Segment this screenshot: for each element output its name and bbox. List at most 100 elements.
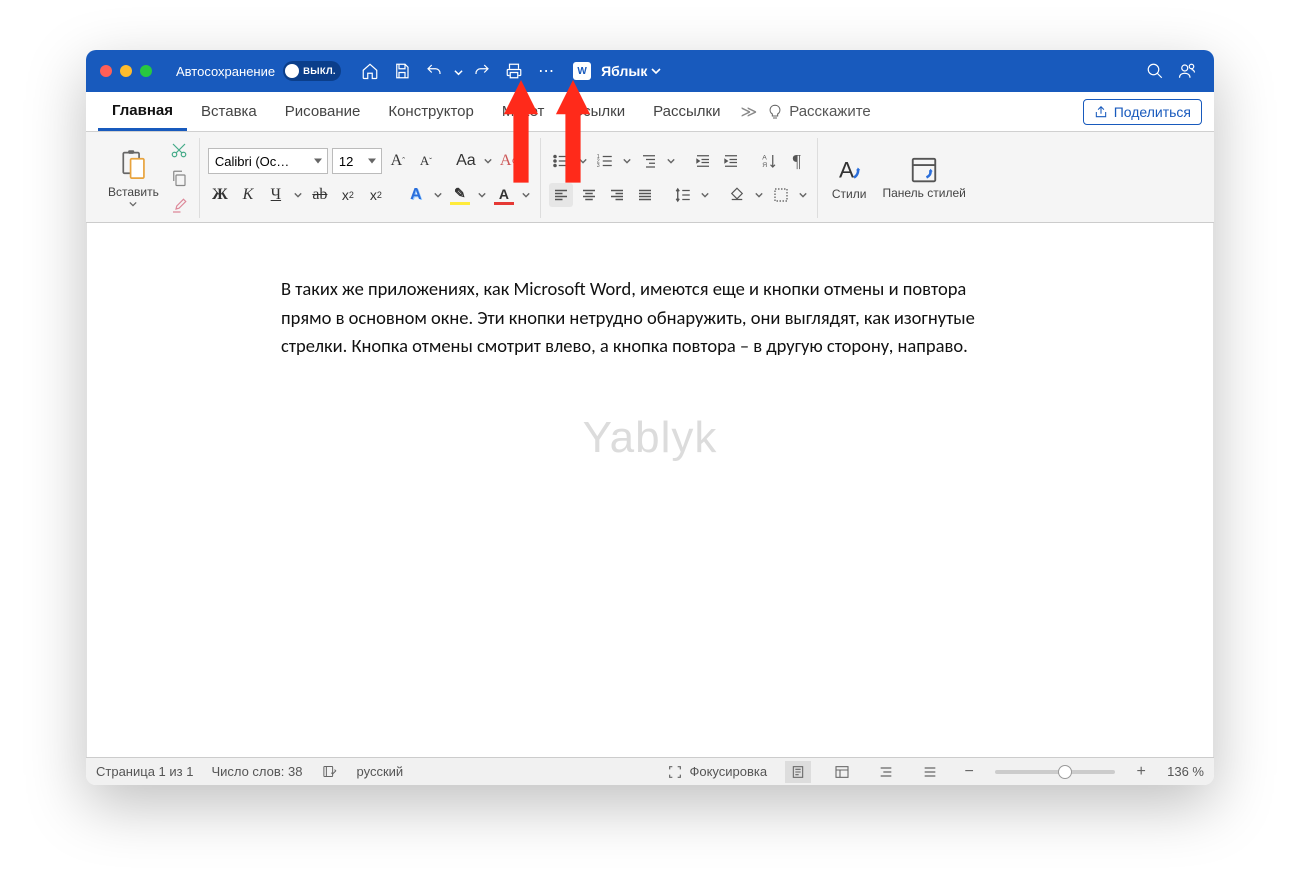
subscript-button[interactable]: x2 bbox=[336, 183, 360, 207]
bullet-dropdown-icon[interactable] bbox=[577, 157, 589, 165]
document-name[interactable]: Яблык bbox=[601, 63, 661, 79]
tab-draw[interactable]: Рисование bbox=[271, 92, 375, 131]
tell-me-search[interactable]: Расскажите bbox=[767, 103, 871, 120]
window-controls bbox=[100, 65, 152, 77]
increase-indent-icon[interactable] bbox=[719, 149, 743, 173]
tab-references[interactable]: Ссылки bbox=[558, 92, 639, 131]
ribbon: Вставить Aˆ Aˇ Aa A⊘ bbox=[86, 132, 1214, 223]
align-right-icon[interactable] bbox=[605, 183, 629, 207]
bullet-list-icon[interactable] bbox=[549, 149, 573, 173]
undo-icon[interactable] bbox=[421, 58, 447, 84]
highlight-dropdown-icon[interactable] bbox=[476, 191, 488, 199]
document-area[interactable]: В таких же приложениях, как Microsoft Wo… bbox=[86, 223, 1214, 757]
zoom-out-button[interactable]: − bbox=[961, 763, 977, 781]
close-window-button[interactable] bbox=[100, 65, 112, 77]
sort-icon[interactable]: AЯ bbox=[757, 149, 781, 173]
tab-mailings[interactable]: Рассылки bbox=[639, 92, 734, 131]
numbered-list-icon[interactable]: 123 bbox=[593, 149, 617, 173]
decrease-indent-icon[interactable] bbox=[691, 149, 715, 173]
align-center-icon[interactable] bbox=[577, 183, 601, 207]
clipboard-group: Вставить bbox=[96, 138, 200, 218]
tab-design[interactable]: Конструктор bbox=[374, 92, 488, 131]
superscript-button[interactable]: x2 bbox=[364, 183, 388, 207]
outline-view-icon[interactable] bbox=[873, 761, 899, 783]
minimize-window-button[interactable] bbox=[120, 65, 132, 77]
line-spacing-icon[interactable] bbox=[671, 183, 695, 207]
font-name-select[interactable] bbox=[208, 148, 328, 174]
case-dropdown-icon[interactable] bbox=[482, 157, 494, 165]
font-color-button[interactable]: A bbox=[492, 183, 516, 207]
zoom-percent[interactable]: 136 % bbox=[1167, 764, 1204, 779]
spellcheck-icon[interactable] bbox=[321, 763, 339, 781]
underline-dropdown-icon[interactable] bbox=[292, 191, 304, 199]
shrink-font-icon[interactable]: Aˇ bbox=[414, 149, 438, 173]
tab-insert[interactable]: Вставка bbox=[187, 92, 271, 131]
tab-home[interactable]: Главная bbox=[98, 92, 187, 131]
focus-mode-button[interactable]: Фокусировка bbox=[667, 764, 767, 780]
statusbar: Страница 1 из 1 Число слов: 38 русский Ф… bbox=[86, 757, 1214, 785]
text-effects-dropdown-icon[interactable] bbox=[432, 191, 444, 199]
styles-button[interactable]: A Стили bbox=[826, 153, 873, 203]
paste-button[interactable]: Вставить bbox=[104, 147, 163, 209]
save-icon[interactable] bbox=[389, 58, 415, 84]
font-group: Aˆ Aˇ Aa A⊘ Ж К Ч ab x2 x2 A ✎ A bbox=[200, 138, 541, 218]
clear-formatting-icon[interactable]: A⊘ bbox=[498, 149, 522, 173]
borders-icon[interactable] bbox=[769, 183, 793, 207]
change-case-button[interactable]: Aa bbox=[454, 149, 478, 173]
print-layout-view-icon[interactable] bbox=[785, 761, 811, 783]
print-icon[interactable] bbox=[501, 58, 527, 84]
highlight-button[interactable]: ✎ bbox=[448, 183, 472, 207]
autosave-label: Автосохранение bbox=[176, 64, 275, 79]
bold-button[interactable]: Ж bbox=[208, 183, 232, 207]
language-indicator[interactable]: русский bbox=[357, 764, 404, 779]
borders-dropdown-icon[interactable] bbox=[797, 191, 809, 199]
home-icon[interactable] bbox=[357, 58, 383, 84]
align-left-icon[interactable] bbox=[549, 183, 573, 207]
underline-button[interactable]: Ч bbox=[264, 183, 288, 207]
autosave-toggle[interactable]: ВЫКЛ. bbox=[283, 61, 341, 81]
styles-group: A Стили Панель стилей bbox=[818, 138, 980, 218]
word-doc-icon: W bbox=[573, 62, 591, 80]
autosave-state: ВЫКЛ. bbox=[303, 66, 336, 77]
redo-icon[interactable] bbox=[469, 58, 495, 84]
account-icon[interactable] bbox=[1174, 58, 1200, 84]
maximize-window-button[interactable] bbox=[140, 65, 152, 77]
draft-view-icon[interactable] bbox=[917, 761, 943, 783]
tab-layout[interactable]: Макет bbox=[488, 92, 558, 131]
word-window: Автосохранение ВЫКЛ. ⋯ W Яблык Главная В… bbox=[86, 50, 1214, 785]
svg-text:A: A bbox=[762, 155, 767, 162]
document-body-text[interactable]: В таких же приложениях, как Microsoft Wo… bbox=[281, 275, 1019, 361]
font-color-dropdown-icon[interactable] bbox=[520, 191, 532, 199]
paragraph-group: 123 AЯ ¶ bbox=[541, 138, 818, 218]
shading-dropdown-icon[interactable] bbox=[753, 191, 765, 199]
text-effects-icon[interactable]: A bbox=[404, 183, 428, 207]
cut-icon[interactable] bbox=[167, 138, 191, 162]
share-button[interactable]: Поделиться bbox=[1083, 99, 1202, 125]
tabs-overflow-icon[interactable]: ≫ bbox=[734, 102, 763, 122]
undo-dropdown-icon[interactable] bbox=[453, 58, 463, 84]
format-painter-icon[interactable] bbox=[167, 194, 191, 218]
more-icon[interactable]: ⋯ bbox=[533, 58, 559, 84]
titlebar: Автосохранение ВЫКЛ. ⋯ W Яблык bbox=[86, 50, 1214, 92]
web-layout-view-icon[interactable] bbox=[829, 761, 855, 783]
zoom-in-button[interactable]: + bbox=[1133, 763, 1149, 781]
zoom-slider[interactable] bbox=[995, 770, 1115, 774]
page: В таких же приложениях, как Microsoft Wo… bbox=[111, 223, 1189, 757]
font-size-select[interactable] bbox=[332, 148, 382, 174]
show-paragraph-marks-icon[interactable]: ¶ bbox=[785, 149, 809, 173]
grow-font-icon[interactable]: Aˆ bbox=[386, 149, 410, 173]
strikethrough-button[interactable]: ab bbox=[308, 183, 332, 207]
shading-icon[interactable] bbox=[725, 183, 749, 207]
copy-icon[interactable] bbox=[167, 166, 191, 190]
justify-icon[interactable] bbox=[633, 183, 657, 207]
styles-panel-button[interactable]: Панель стилей bbox=[876, 153, 971, 202]
line-spacing-dropdown-icon[interactable] bbox=[699, 191, 711, 199]
word-count[interactable]: Число слов: 38 bbox=[211, 764, 302, 779]
numbered-dropdown-icon[interactable] bbox=[621, 157, 633, 165]
search-icon[interactable] bbox=[1142, 58, 1168, 84]
multilevel-dropdown-icon[interactable] bbox=[665, 157, 677, 165]
page-indicator[interactable]: Страница 1 из 1 bbox=[96, 764, 193, 779]
multilevel-list-icon[interactable] bbox=[637, 149, 661, 173]
italic-button[interactable]: К bbox=[236, 183, 260, 207]
svg-text:A: A bbox=[839, 158, 854, 183]
